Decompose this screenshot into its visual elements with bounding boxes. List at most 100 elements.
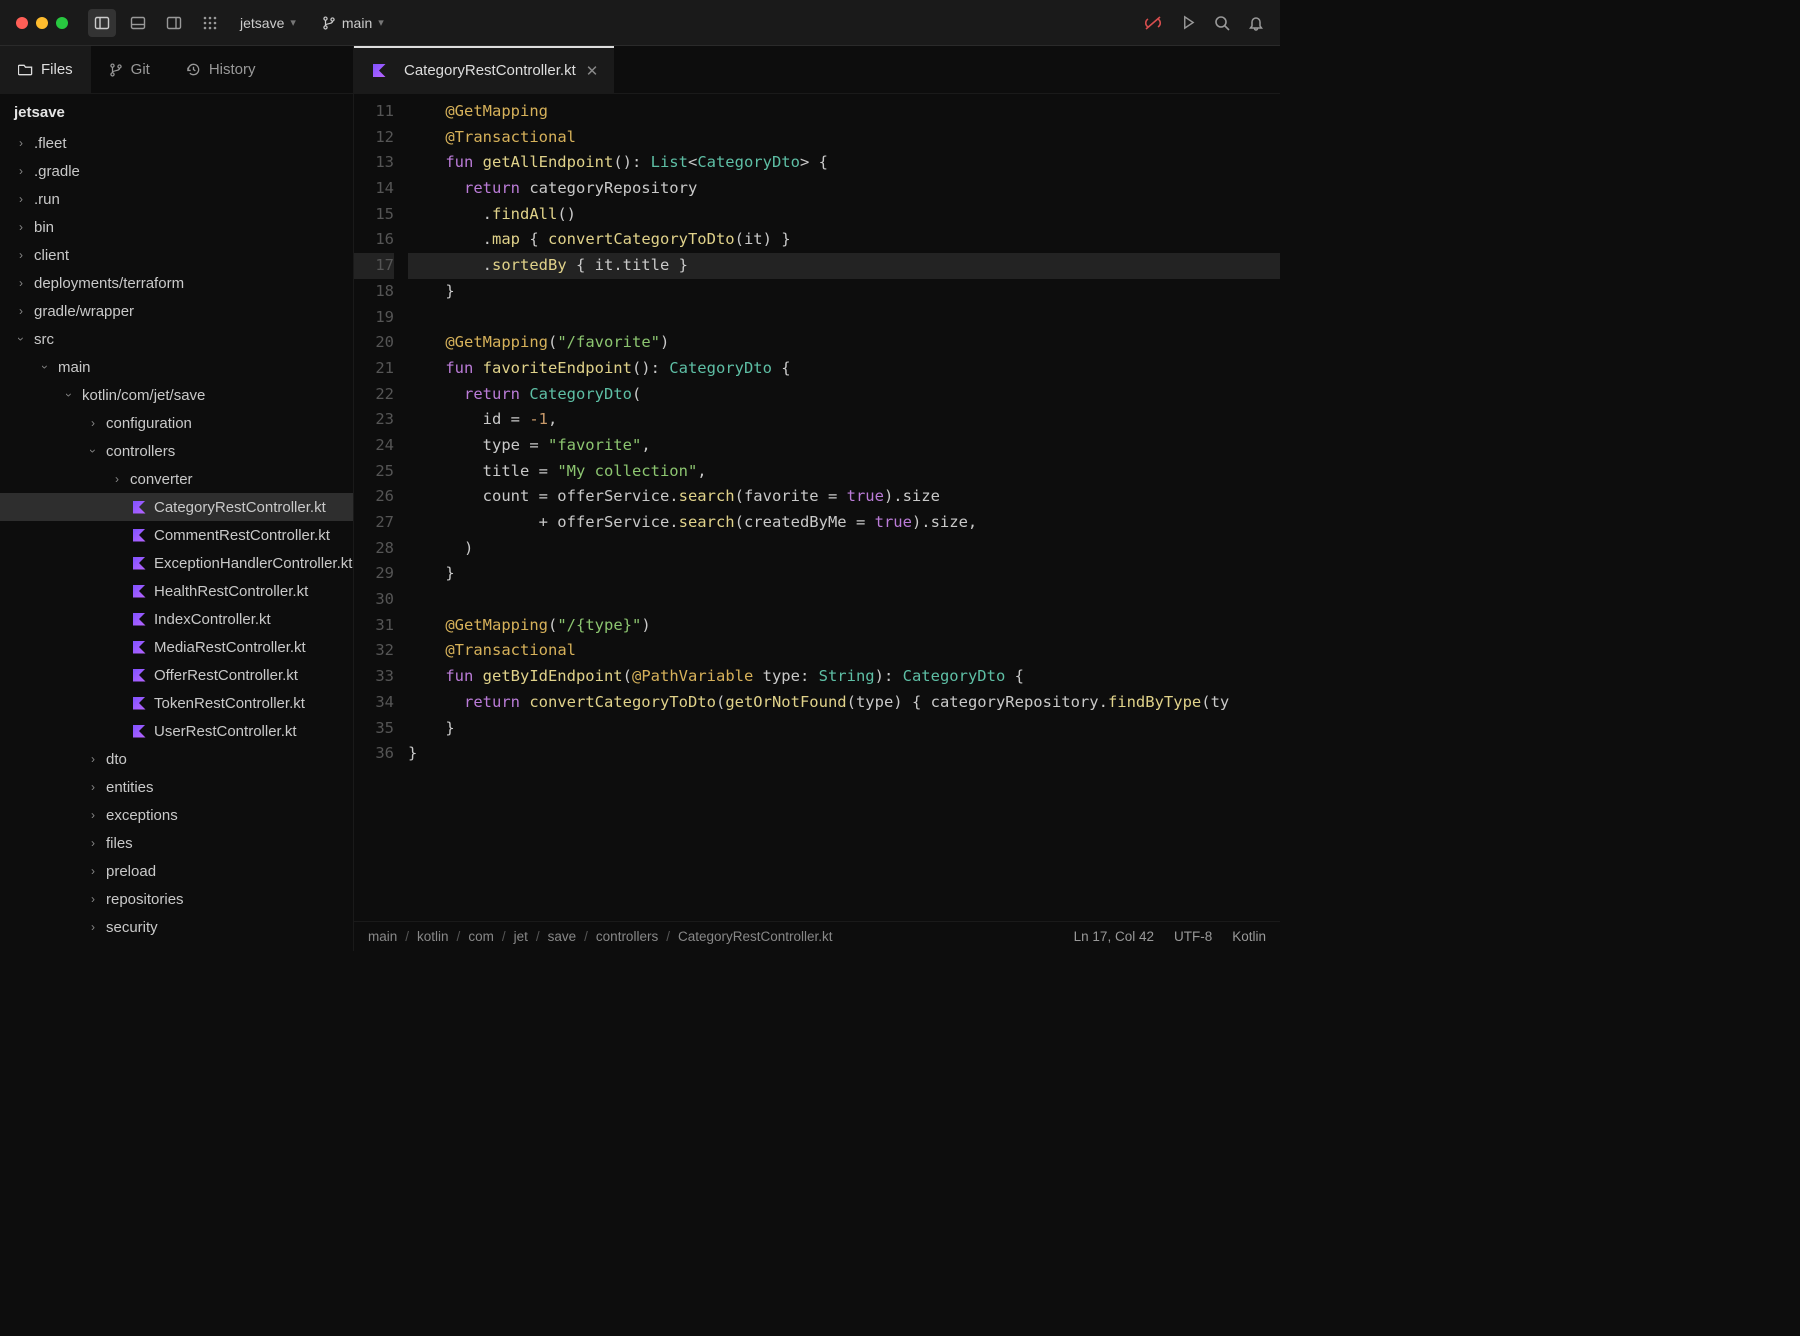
folder-item[interactable]: ›configuration	[0, 409, 353, 437]
breadcrumb-segment[interactable]: jet	[514, 929, 528, 944]
file-item[interactable]: MediaRestController.kt	[0, 633, 353, 661]
breadcrumb-segment[interactable]: save	[548, 929, 577, 944]
line-number: 36	[354, 741, 394, 767]
tree-item-label: exceptions	[106, 807, 178, 824]
encoding[interactable]: UTF-8	[1174, 929, 1212, 944]
search-icon[interactable]	[1214, 15, 1230, 31]
code-line: @GetMapping("/favorite")	[408, 330, 1280, 356]
panel-bottom-icon[interactable]	[124, 9, 152, 37]
code-line: id = -1,	[408, 407, 1280, 433]
code-content[interactable]: @GetMapping @Transactional fun getAllEnd…	[408, 94, 1280, 921]
breadcrumb-segment[interactable]: kotlin	[417, 929, 449, 944]
file-item[interactable]: CategoryRestController.kt	[0, 493, 353, 521]
kotlin-icon	[130, 501, 148, 514]
code-line: count = offerService.search(favorite = t…	[408, 484, 1280, 510]
tab-git[interactable]: Git	[91, 46, 168, 93]
folder-item[interactable]: ›bin	[0, 213, 353, 241]
code-editor[interactable]: 1112131415161718192021222324252627282930…	[354, 94, 1280, 921]
code-line: @GetMapping("/{type}")	[408, 613, 1280, 639]
folder-item[interactable]: ›.run	[0, 185, 353, 213]
breadcrumb-separator: /	[405, 929, 409, 944]
file-item[interactable]: HealthRestController.kt	[0, 577, 353, 605]
breadcrumb-separator: /	[457, 929, 461, 944]
line-number: 13	[354, 150, 394, 176]
folder-item[interactable]: ›security	[0, 913, 353, 941]
folder-item[interactable]: ›gradle/wrapper	[0, 297, 353, 325]
file-item[interactable]: CommentRestController.kt	[0, 521, 353, 549]
code-line: + offerService.search(createdByMe = true…	[408, 510, 1280, 536]
window-minimize[interactable]	[36, 17, 48, 29]
breadcrumb-segment[interactable]: main	[368, 929, 397, 944]
file-item[interactable]: ExceptionHandlerController.kt	[0, 549, 353, 577]
language-mode[interactable]: Kotlin	[1232, 929, 1266, 944]
tree-item-label: repositories	[106, 891, 184, 908]
folder-item[interactable]: ›main	[0, 353, 353, 381]
code-line: @Transactional	[408, 125, 1280, 151]
project-selector[interactable]: jetsave ▾	[240, 15, 296, 31]
tab-files[interactable]: Files	[0, 46, 91, 93]
branch-selector[interactable]: main ▾	[322, 15, 384, 31]
code-line: return categoryRepository	[408, 176, 1280, 202]
close-icon[interactable]: ✕	[586, 62, 599, 80]
cursor-position[interactable]: Ln 17, Col 42	[1074, 929, 1154, 944]
folder-item[interactable]: ›entities	[0, 773, 353, 801]
tab-label: History	[209, 61, 256, 78]
window-close[interactable]	[16, 17, 28, 29]
code-line: .findAll()	[408, 202, 1280, 228]
line-number: 35	[354, 716, 394, 742]
editor-tabs: CategoryRestController.kt ✕	[354, 46, 1280, 94]
tab-history[interactable]: History	[168, 46, 274, 93]
chevron-icon: ›	[14, 332, 28, 346]
tree-item-label: security	[106, 919, 158, 936]
titlebar: jetsave ▾ main ▾	[0, 0, 1280, 46]
folder-item[interactable]: › .fleet	[0, 129, 353, 157]
line-number: 21	[354, 356, 394, 382]
tree-item-label: .fleet	[34, 135, 67, 152]
grid-icon[interactable]	[196, 9, 224, 37]
kotlin-icon	[130, 697, 148, 710]
file-item[interactable]: OfferRestController.kt	[0, 661, 353, 689]
folder-item[interactable]: ›client	[0, 241, 353, 269]
bell-icon[interactable]	[1248, 15, 1264, 31]
chevron-icon: ›	[38, 360, 52, 374]
git-branch-icon	[109, 63, 123, 77]
run-icon[interactable]	[1181, 15, 1196, 30]
history-icon	[186, 62, 201, 77]
file-item[interactable]: TokenRestController.kt	[0, 689, 353, 717]
folder-item[interactable]: ›kotlin/com/jet/save	[0, 381, 353, 409]
code-line: fun favoriteEndpoint(): CategoryDto {	[408, 356, 1280, 382]
folder-item[interactable]: ›.gradle	[0, 157, 353, 185]
folder-item[interactable]: ›dto	[0, 745, 353, 773]
folder-item[interactable]: ›files	[0, 829, 353, 857]
sidebar: Files Git History jetsave › .fleet ›.gradl…	[0, 46, 354, 951]
breadcrumb[interactable]: main/kotlin/com/jet/save/controllers/Cat…	[368, 929, 833, 944]
breadcrumb-segment[interactable]: com	[468, 929, 494, 944]
tree-item-label: preload	[106, 863, 156, 880]
chevron-icon: ›	[86, 780, 100, 794]
folder-item[interactable]: ›controllers	[0, 437, 353, 465]
line-number: 16	[354, 227, 394, 253]
breadcrumb-segment[interactable]: CategoryRestController.kt	[678, 929, 833, 944]
breadcrumb-segment[interactable]: controllers	[596, 929, 658, 944]
folder-item[interactable]: ›converter	[0, 465, 353, 493]
panel-left-icon[interactable]	[88, 9, 116, 37]
project-root[interactable]: jetsave	[0, 94, 353, 129]
connection-icon[interactable]	[1143, 15, 1163, 31]
folder-item[interactable]: ›src	[0, 325, 353, 353]
panel-right-icon[interactable]	[160, 9, 188, 37]
editor-tab[interactable]: CategoryRestController.kt ✕	[354, 46, 614, 93]
folder-item[interactable]: ›preload	[0, 857, 353, 885]
file-item[interactable]: UserRestController.kt	[0, 717, 353, 745]
kotlin-icon	[130, 725, 148, 738]
file-item[interactable]: IndexController.kt	[0, 605, 353, 633]
folder-item[interactable]: ›repositories	[0, 885, 353, 913]
tree-item-label: TokenRestController.kt	[154, 695, 305, 712]
chevron-icon: ›	[14, 136, 28, 150]
line-number: 28	[354, 536, 394, 562]
folder-item[interactable]: ›deployments/terraform	[0, 269, 353, 297]
folder-item[interactable]: ›exceptions	[0, 801, 353, 829]
line-number: 11	[354, 99, 394, 125]
tree-item-label: CommentRestController.kt	[154, 527, 330, 544]
chevron-icon: ›	[14, 248, 28, 262]
window-maximize[interactable]	[56, 17, 68, 29]
